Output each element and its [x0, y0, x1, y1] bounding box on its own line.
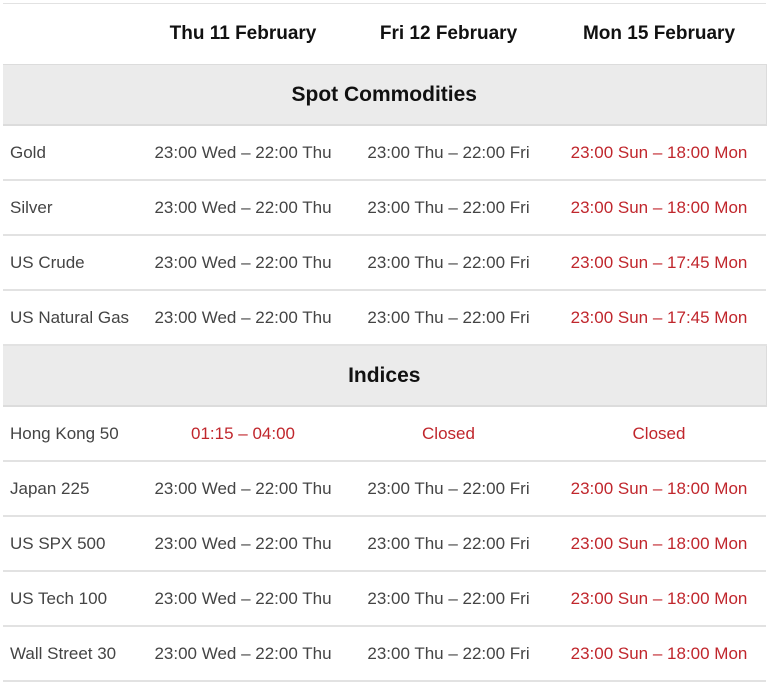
market-name: US SPX 500 — [3, 516, 141, 572]
trading-hours-cell: 23:00 Sun – 18:00 Mon — [552, 180, 766, 236]
trading-hours-cell: 23:00 Thu – 22:00 Fri — [345, 180, 552, 236]
trading-hours-cell: 01:15 – 04:00 — [141, 406, 345, 462]
trading-hours-cell: 23:00 Sun – 18:00 Mon — [552, 125, 766, 181]
market-name: Hong Kong 50 — [3, 406, 141, 462]
table-body: Spot Commodities Gold 23:00 Wed – 22:00 Th… — [3, 64, 767, 682]
trading-hours-cell: 23:00 Sun – 18:00 Mon — [552, 461, 766, 517]
header-date-mon: Mon 15 February — [552, 3, 766, 65]
closed-status-cell: Closed — [552, 406, 766, 462]
trading-hours-cell: 23:00 Sun – 17:45 Mon — [552, 235, 766, 291]
market-name: Silver — [3, 180, 141, 236]
trading-hours-cell: 23:00 Thu – 22:00 Fri — [345, 516, 552, 572]
trading-hours-cell: 23:00 Wed – 22:00 Thu — [141, 516, 345, 572]
table-row: US SPX 500 23:00 Wed – 22:00 Thu 23:00 Thu… — [3, 516, 766, 572]
market-name: US Crude — [3, 235, 141, 291]
header-row: Thu 11 February Fri 12 February Mon 15 F… — [3, 3, 766, 65]
trading-hours-cell: 23:00 Wed – 22:00 Thu — [141, 180, 345, 236]
header-date-fri: Fri 12 February — [345, 3, 552, 65]
header-market-column — [3, 3, 141, 65]
trading-hours-cell: 23:00 Sun – 18:00 Mon — [552, 516, 766, 572]
trading-hours-cell: 23:00 Wed – 22:00 Thu — [141, 125, 345, 181]
closed-status-cell: Closed — [345, 406, 552, 462]
trading-hours-cell: 23:00 Wed – 22:00 Thu — [141, 235, 345, 291]
trading-hours-cell: 23:00 Thu – 22:00 Fri — [345, 125, 552, 181]
trading-hours-cell: 23:00 Thu – 22:00 Fri — [345, 235, 552, 291]
market-name: Japan 225 — [3, 461, 141, 517]
table-row: Japan 225 23:00 Wed – 22:00 Thu 23:00 Thu … — [3, 461, 766, 517]
market-name: Gold — [3, 125, 141, 181]
table-row: US Natural Gas 23:00 Wed – 22:00 Thu 23:00… — [3, 290, 766, 346]
table-row: Gold 23:00 Wed – 22:00 Thu 23:00 Thu – 22:… — [3, 125, 766, 181]
table-row: Wall Street 30 23:00 Wed – 22:00 Thu 23:00… — [3, 626, 766, 682]
table-row: US Crude 23:00 Wed – 22:00 Thu 23:00 Thu –… — [3, 235, 766, 291]
section-title: Indices — [3, 345, 767, 407]
trading-hours-container: Thu 11 February Fri 12 February Mon 15 F… — [3, 3, 767, 682]
market-name: US Natural Gas — [3, 290, 141, 346]
table-row: Hong Kong 50 01:15 – 04:00 Closed Closed — [3, 406, 766, 462]
trading-hours-cell: 23:00 Sun – 17:45 Mon — [552, 290, 766, 346]
trading-hours-cell: 23:00 Wed – 22:00 Thu — [141, 571, 345, 627]
header-date-thu: Thu 11 February — [141, 3, 345, 65]
market-name: US Tech 100 — [3, 571, 141, 627]
table-row: US Tech 100 23:00 Wed – 22:00 Thu 23:00 Th… — [3, 571, 766, 627]
trading-hours-table: Thu 11 February Fri 12 February Mon 15 F… — [3, 3, 767, 682]
trading-hours-cell: 23:00 Wed – 22:00 Thu — [141, 626, 345, 682]
trading-hours-cell: 23:00 Thu – 22:00 Fri — [345, 461, 552, 517]
trading-hours-cell: 23:00 Wed – 22:00 Thu — [141, 461, 345, 517]
section-title: Spot Commodities — [3, 64, 767, 126]
trading-hours-cell: 23:00 Wed – 22:00 Thu — [141, 290, 345, 346]
market-name: Wall Street 30 — [3, 626, 141, 682]
trading-hours-cell: 23:00 Thu – 22:00 Fri — [345, 290, 552, 346]
section-header-row: Spot Commodities — [3, 64, 767, 126]
table-row: Silver 23:00 Wed – 22:00 Thu 23:00 Thu – 2… — [3, 180, 766, 236]
trading-hours-cell: 23:00 Sun – 18:00 Mon — [552, 626, 766, 682]
trading-hours-cell: 23:00 Thu – 22:00 Fri — [345, 571, 552, 627]
section-header-row: Indices — [3, 345, 767, 407]
trading-hours-cell: 23:00 Thu – 22:00 Fri — [345, 626, 552, 682]
trading-hours-cell: 23:00 Sun – 18:00 Mon — [552, 571, 766, 627]
